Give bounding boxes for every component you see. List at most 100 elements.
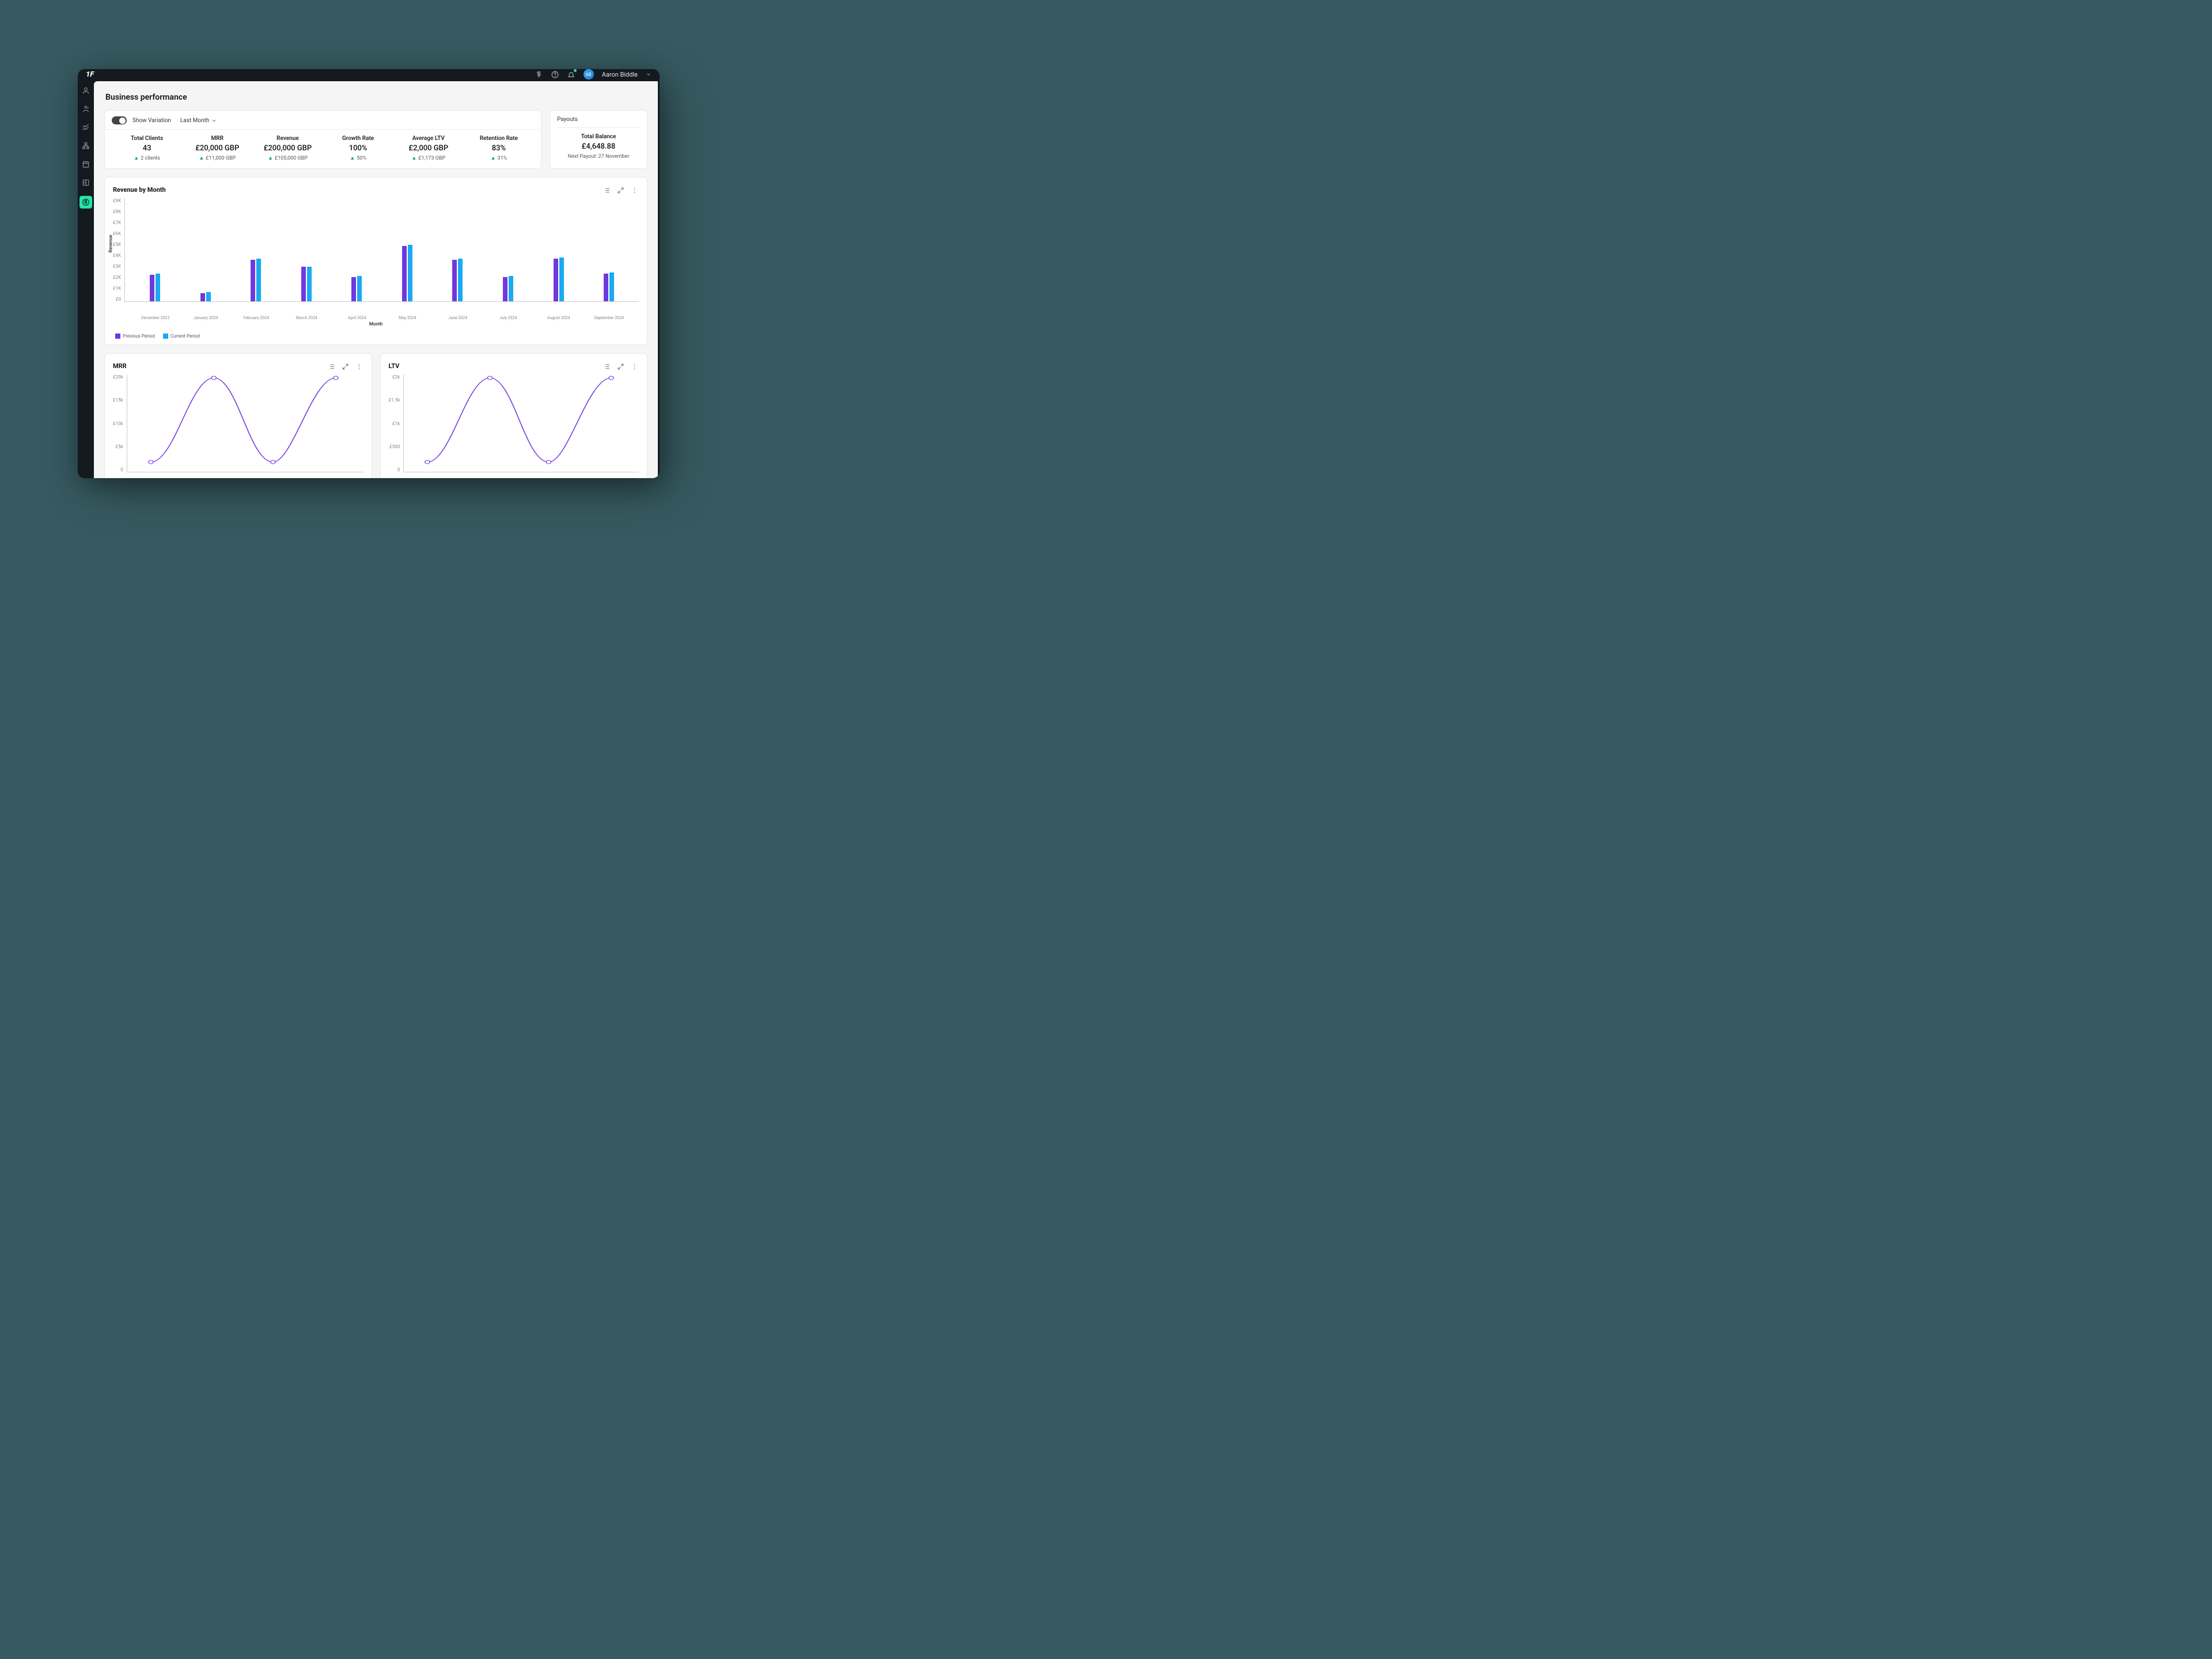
expand-icon[interactable] bbox=[617, 185, 625, 194]
list-icon[interactable] bbox=[603, 185, 611, 194]
avatar[interactable]: AB bbox=[584, 69, 594, 79]
y-tick: £500 bbox=[389, 444, 400, 449]
list-icon[interactable] bbox=[328, 362, 336, 370]
kpi-value: 43 bbox=[112, 144, 182, 153]
y-tick: £7K bbox=[113, 220, 121, 225]
bar-curr bbox=[156, 274, 160, 301]
period-select[interactable]: Last Month bbox=[180, 118, 217, 124]
chevron-down-icon[interactable] bbox=[646, 71, 652, 77]
bar-group bbox=[301, 267, 312, 301]
y-tick: £20k bbox=[113, 374, 123, 380]
nav-structure-icon[interactable] bbox=[81, 141, 91, 151]
kpi-value: 100% bbox=[323, 144, 393, 153]
kpi-variation: ▲ 2 clients bbox=[112, 155, 182, 161]
more-icon[interactable] bbox=[631, 185, 639, 194]
legend-prev: Previous Period bbox=[115, 334, 155, 339]
bar-prev bbox=[503, 277, 507, 301]
y-axis-label: Revenue bbox=[108, 235, 113, 253]
y-tick: £2K bbox=[113, 275, 121, 280]
x-tick: July 2024 bbox=[491, 316, 525, 320]
x-tick: March 2024 bbox=[289, 316, 324, 320]
y-tick: £4K bbox=[113, 253, 121, 258]
bar-group bbox=[351, 276, 362, 301]
bar-curr bbox=[509, 276, 513, 301]
y-tick: £6K bbox=[113, 231, 121, 236]
y-tick: £8K bbox=[113, 209, 121, 214]
y-tick: £2k bbox=[392, 374, 400, 380]
nav-layout-icon[interactable] bbox=[81, 177, 91, 188]
period-label: Last Month bbox=[180, 118, 209, 124]
bar-group bbox=[503, 276, 513, 301]
kpi-label: Total Clients bbox=[112, 135, 182, 142]
nav-calendar-icon[interactable] bbox=[81, 159, 91, 169]
bar-prev bbox=[251, 260, 255, 301]
sidebar bbox=[78, 79, 94, 478]
revenue-chart-card: Revenue by Month Revenue £9K£8K£7K£6K£5K… bbox=[104, 177, 647, 345]
x-tick: May 2024 bbox=[390, 316, 425, 320]
bar-curr bbox=[408, 245, 412, 301]
x-tick: August 2024 bbox=[541, 316, 576, 320]
bar-group bbox=[604, 272, 614, 301]
logo: 1F bbox=[86, 70, 94, 79]
total-balance-label: Total Balance bbox=[557, 134, 640, 140]
currency-icon[interactable] bbox=[535, 70, 543, 78]
bar-prev bbox=[604, 274, 608, 301]
bar-curr bbox=[206, 292, 211, 301]
bar-curr bbox=[609, 272, 614, 301]
y-tick: £1k bbox=[392, 421, 400, 426]
bar-prev bbox=[150, 275, 154, 301]
ltv-line bbox=[403, 374, 639, 472]
kpi-cell: Growth Rate100%▲ 50% bbox=[323, 135, 393, 161]
page-title: Business performance bbox=[105, 93, 647, 102]
ltv-chart-card: LTV £2k£1.5k£1k£5000 bbox=[380, 353, 648, 478]
kpi-cell: Average LTV£2,000 GBP▲ £1,173 GBP bbox=[393, 135, 464, 161]
user-name: Aaron Biddle bbox=[602, 71, 638, 78]
kpi-card: Show Variation Last Month Total Clients4… bbox=[104, 110, 541, 169]
kpi-label: Revenue bbox=[252, 135, 323, 142]
app-window: 1F AB Aaron Biddle Business performance bbox=[78, 69, 660, 478]
bar-group bbox=[150, 274, 160, 301]
bar-prev bbox=[351, 277, 356, 301]
more-icon[interactable] bbox=[355, 362, 363, 370]
list-icon[interactable] bbox=[603, 362, 611, 370]
y-tick: £5k bbox=[116, 444, 123, 449]
kpi-label: MRR bbox=[182, 135, 252, 142]
payouts-title: Payouts bbox=[557, 116, 640, 128]
bar-prev bbox=[402, 246, 407, 301]
nav-activity-icon[interactable] bbox=[81, 104, 91, 114]
bar-group bbox=[251, 259, 261, 301]
y-tick: £1K bbox=[113, 286, 121, 291]
kpi-cell: Total Clients 43 ▲ 2 clients bbox=[112, 135, 182, 161]
kpi-label: Retention Rate bbox=[464, 135, 534, 142]
show-variation-toggle[interactable] bbox=[112, 116, 127, 124]
bar-prev bbox=[200, 293, 205, 301]
y-tick: £5K bbox=[113, 242, 121, 247]
kpi-variation: ▲ £1,173 GBP bbox=[393, 155, 464, 161]
kpi-label: Average LTV bbox=[393, 135, 464, 142]
mrr-chart-card: MRR £20k£15k£10k£5k0 bbox=[104, 353, 372, 478]
content: Business performance Show Variation Last… bbox=[94, 81, 658, 478]
expand-icon[interactable] bbox=[342, 362, 350, 370]
kpi-value: 83% bbox=[464, 144, 534, 153]
kpi-value: £20,000 GBP bbox=[182, 144, 252, 153]
more-icon[interactable] bbox=[631, 362, 639, 370]
x-axis-label: Month bbox=[113, 321, 639, 327]
payouts-card: Payouts Total Balance £4,648.88 Next Pay… bbox=[550, 110, 647, 169]
y-tick: £0 bbox=[116, 297, 121, 302]
total-balance-value: £4,648.88 bbox=[557, 142, 640, 151]
bar-curr bbox=[357, 276, 362, 301]
help-icon[interactable] bbox=[551, 70, 559, 78]
expand-icon[interactable] bbox=[617, 362, 625, 370]
y-tick: £9K bbox=[113, 198, 121, 203]
y-tick: 0 bbox=[397, 467, 400, 472]
kpi-value: £200,000 GBP bbox=[252, 144, 323, 153]
nav-analytics-icon[interactable] bbox=[81, 122, 91, 132]
kpi-variation: ▲ £105,000 GBP bbox=[252, 155, 323, 161]
kpi-variation: ▲ 50% bbox=[323, 155, 393, 161]
x-tick: February 2024 bbox=[239, 316, 274, 320]
legend-curr: Current Period bbox=[163, 334, 200, 339]
chart-title: LTV bbox=[389, 362, 400, 370]
nav-finance-icon[interactable] bbox=[79, 196, 92, 209]
notifications-icon[interactable] bbox=[567, 70, 575, 78]
nav-clients-icon[interactable] bbox=[81, 85, 91, 96]
